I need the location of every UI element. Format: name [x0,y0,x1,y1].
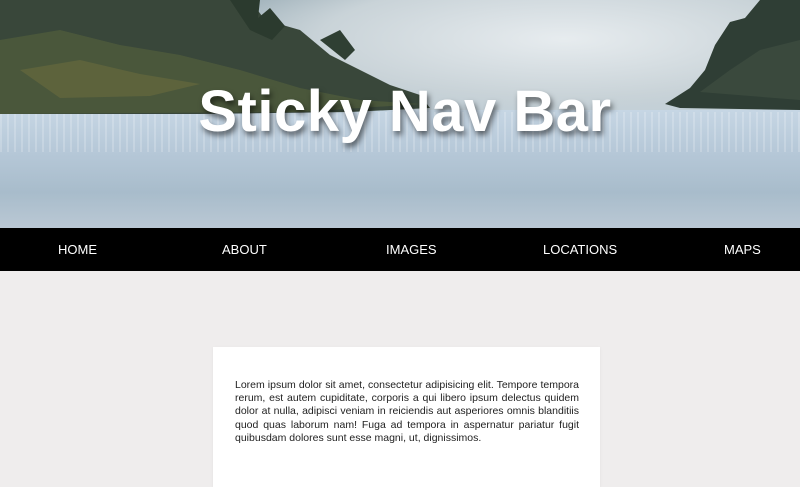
nav-item-locations[interactable]: LOCATIONS [543,228,617,271]
nav-item-images[interactable]: IMAGES [386,228,437,271]
content-paragraph: Lorem ipsum dolor sit amet, consectetur … [235,379,579,444]
page-title: Sticky Nav Bar [198,79,612,144]
sticky-nav-bar: HOME ABOUT IMAGES LOCATIONS MAPS [0,228,800,271]
content-card: Lorem ipsum dolor sit amet, consectetur … [213,347,600,487]
nav-item-home[interactable]: HOME [58,228,97,271]
nav-item-about[interactable]: ABOUT [222,228,267,271]
nav-item-maps[interactable]: MAPS [724,228,761,271]
hero-banner: Sticky Nav Bar [0,0,800,228]
